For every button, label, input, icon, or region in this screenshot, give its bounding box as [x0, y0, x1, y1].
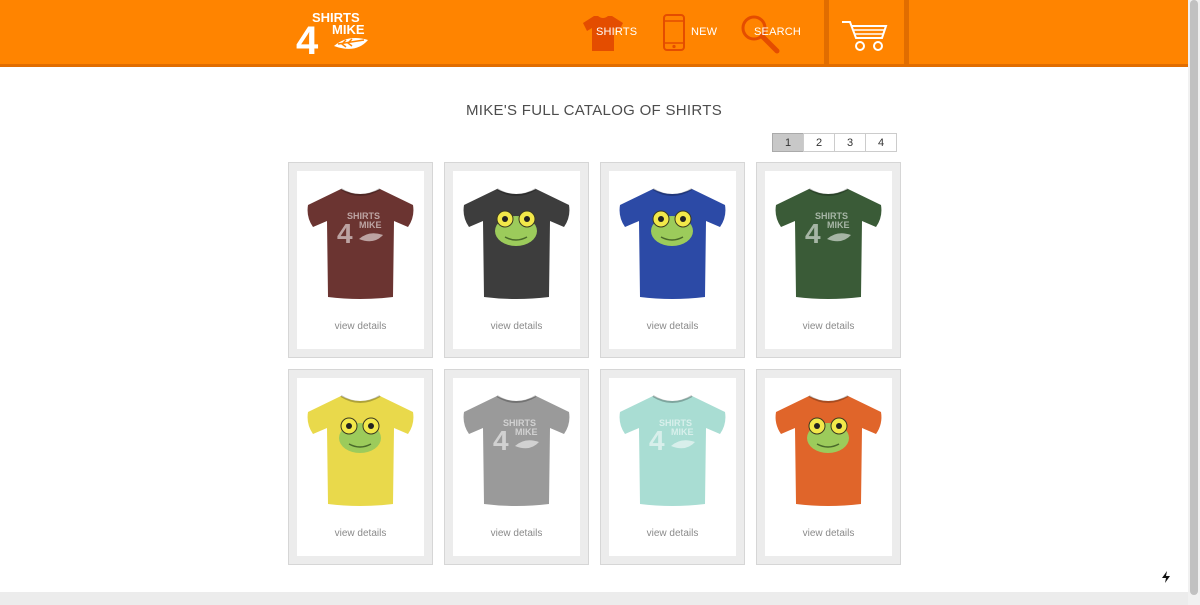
view-details-link[interactable]: view details	[453, 528, 580, 539]
product-card-inner: view details	[297, 378, 424, 556]
cart-icon	[842, 21, 888, 51]
phone-icon	[663, 14, 685, 51]
frog-graphic	[495, 210, 537, 246]
page-title: MIKE'S FULL CATALOG OF SHIRTS	[465, 102, 723, 119]
page-button-4[interactable]: 4	[865, 133, 897, 152]
product-grid: SHIRTS 4 MIKE view details view details view …	[288, 162, 901, 565]
page-button-1[interactable]: 1	[772, 133, 804, 152]
product-card[interactable]: view details	[756, 369, 901, 565]
svg-text:4: 4	[296, 19, 319, 58]
view-details-link[interactable]: view details	[609, 528, 736, 539]
view-details-link[interactable]: view details	[609, 321, 736, 332]
product-card[interactable]: SHIRTS 4 MIKE view details	[444, 369, 589, 565]
svg-text:4: 4	[337, 218, 353, 249]
product-card-inner: view details	[453, 171, 580, 349]
tshirt-image: SHIRTS4 MIKE	[463, 395, 570, 506]
product-card[interactable]: SHIRTS 4 MIKE view details	[288, 162, 433, 358]
product-card[interactable]: view details	[288, 369, 433, 565]
page-button-2[interactable]: 2	[803, 133, 835, 152]
view-details-link[interactable]: view details	[453, 321, 580, 332]
svg-text:MIKE: MIKE	[515, 427, 538, 437]
tshirt-image	[775, 395, 882, 506]
site-header: SHIRTS 4 MIKE SHIRTS NEW SEARCH	[0, 0, 1188, 67]
nav-shirts-label: SHIRTS	[596, 26, 638, 38]
product-card-inner: SHIRTS 4 MIKE view details	[297, 171, 424, 349]
nav-shirts[interactable]: SHIRTS	[582, 12, 637, 52]
frog-graphic	[339, 417, 381, 453]
product-card-inner: SHIRTS 4 MIKE view details	[609, 378, 736, 556]
nav-search[interactable]: SEARCH	[740, 12, 802, 54]
svg-text:4: 4	[805, 218, 821, 249]
pagination: 1 2 3 4	[772, 133, 897, 152]
view-details-link[interactable]: view details	[297, 321, 424, 332]
svg-text:4: 4	[649, 425, 665, 456]
product-card-inner: view details	[609, 171, 736, 349]
footer	[0, 592, 1188, 605]
product-card[interactable]: view details	[444, 162, 589, 358]
svg-text:MIKE: MIKE	[359, 220, 382, 230]
product-card[interactable]: view details	[600, 162, 745, 358]
product-card[interactable]: SHIRTS 4 MIKE view details	[600, 369, 745, 565]
product-card[interactable]: SHIRTS 4 MIKE view details	[756, 162, 901, 358]
tshirt-image	[619, 188, 726, 299]
tshirt-image: SHIRTS4 MIKE	[619, 395, 726, 506]
tshirt-image: SHIRTS4 MIKE	[775, 188, 882, 299]
product-card-inner: SHIRTS 4 MIKE view details	[765, 171, 892, 349]
tshirt-image: SHIRTS4 MIKE	[307, 188, 414, 299]
view-details-link[interactable]: view details	[765, 321, 892, 332]
page-button-3[interactable]: 3	[834, 133, 866, 152]
bolt-icon[interactable]	[1158, 569, 1174, 585]
product-card-inner: view details	[765, 378, 892, 556]
svg-text:4: 4	[493, 425, 509, 456]
product-card-inner: SHIRTS 4 MIKE view details	[453, 378, 580, 556]
svg-text:MIKE: MIKE	[827, 220, 850, 230]
scrollbar-thumb[interactable]	[1190, 0, 1198, 595]
frog-graphic	[651, 210, 693, 246]
tshirt-image	[307, 395, 414, 506]
frog-graphic	[807, 417, 849, 453]
view-details-link[interactable]: view details	[765, 528, 892, 539]
view-details-link[interactable]: view details	[297, 528, 424, 539]
nav-search-label: SEARCH	[754, 26, 802, 38]
tshirt-image	[463, 188, 570, 299]
nav-new[interactable]: NEW	[662, 12, 717, 52]
cart-button[interactable]	[824, 0, 909, 64]
svg-text:MIKE: MIKE	[671, 427, 694, 437]
nav-new-label: NEW	[691, 26, 718, 38]
page-scrollbar[interactable]	[1188, 0, 1200, 605]
shirts4mike-logo[interactable]: SHIRTS 4 MIKE	[296, 8, 376, 63]
svg-text:MIKE: MIKE	[332, 22, 365, 37]
